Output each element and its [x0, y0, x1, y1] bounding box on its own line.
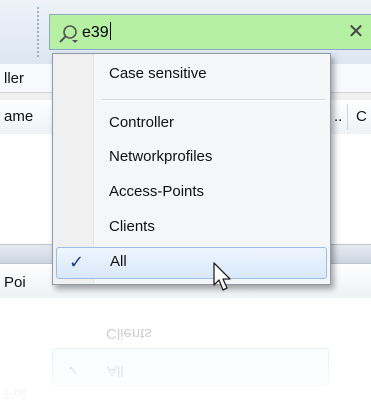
reflection-check: ✓: [67, 361, 80, 378]
menu-item-label: Access-Points: [109, 183, 205, 200]
reflection-item: Clients: [52, 312, 327, 348]
menu-item-label: Networkprofiles: [109, 148, 213, 165]
menu-separator: [101, 99, 326, 101]
menu-item-access-points[interactable]: Access-Points: [56, 178, 327, 208]
reflection-lower-label: Poi: [4, 385, 26, 402]
reflection-label-all: All: [107, 362, 124, 379]
search-icon[interactable]: [58, 23, 80, 45]
menu-item-controller[interactable]: Controller: [56, 109, 327, 139]
menu-item-label: Clients: [109, 218, 155, 235]
menu-reflection: ✓ All Clients Poi: [0, 298, 371, 412]
menu-item-label: Case sensitive: [109, 65, 207, 82]
reflection-label-clients: Clients: [106, 325, 152, 342]
menu-item-case-sensitive[interactable]: Case sensitive: [56, 60, 327, 90]
reflection-selected-item: ✓ All: [52, 348, 329, 386]
column-divider[interactable]: [347, 104, 348, 130]
menu-item-clients[interactable]: Clients: [56, 213, 327, 243]
menu-item-label: Controller: [109, 114, 175, 131]
mouse-pointer-icon: [213, 262, 231, 291]
tab-controller[interactable]: ller: [4, 70, 24, 87]
menu-item-label: All: [110, 253, 127, 270]
menu-item-all[interactable]: ✓ All: [56, 247, 327, 279]
search-value: e39: [82, 24, 109, 41]
search-options-menu: Case sensitive Controller Networkprofile…: [52, 53, 331, 285]
column-header-name[interactable]: ame: [4, 108, 33, 125]
clear-icon[interactable]: ✕: [345, 21, 367, 43]
text-caret: [109, 22, 111, 40]
search-input[interactable]: e39 ✕: [49, 14, 371, 50]
toolbar-grip[interactable]: [36, 6, 40, 58]
lower-panel-label[interactable]: Poi: [4, 274, 26, 291]
menu-item-networkprofiles[interactable]: Networkprofiles: [56, 143, 327, 173]
column-header-c[interactable]: C: [356, 108, 367, 125]
column-header-ellipsis[interactable]: ..: [334, 108, 342, 125]
check-icon: ✓: [69, 252, 85, 272]
